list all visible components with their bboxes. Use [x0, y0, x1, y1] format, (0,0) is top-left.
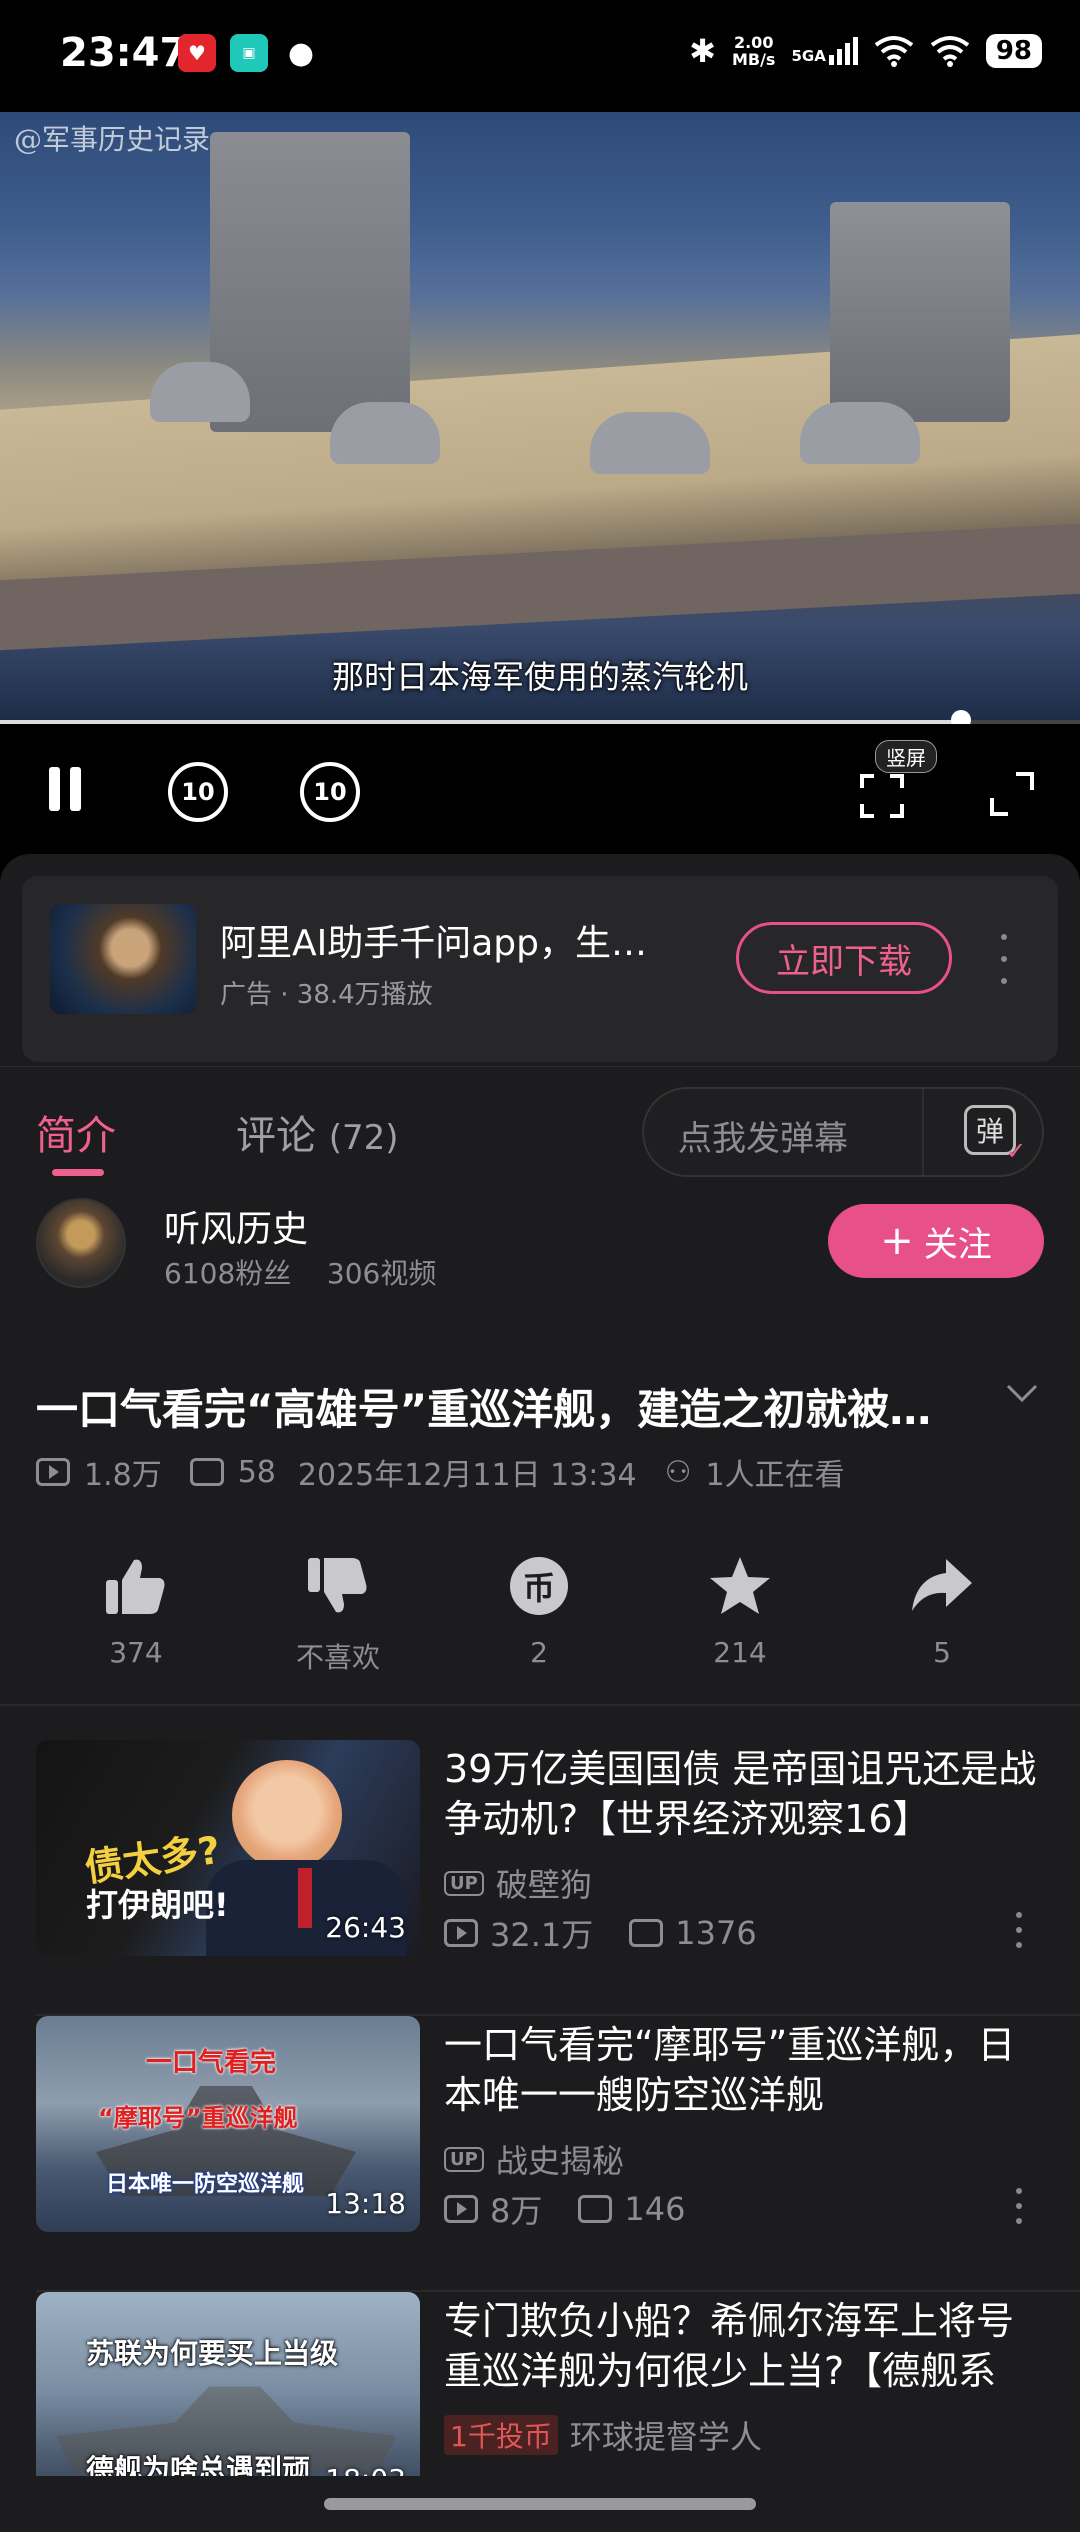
avatar[interactable]: [36, 1198, 126, 1288]
video-meta: 1.8万 58 2025年12月11日 13:34 ⚇ 1人正在看: [36, 1450, 845, 1494]
tab-intro[interactable]: 简介: [36, 1103, 116, 1161]
video-thumbnail: 债太多? 打伊朗吧! 26:43: [36, 1740, 420, 1956]
play-count-icon: [444, 1919, 478, 1947]
coin-badge: 1千投币: [444, 2415, 558, 2455]
danmaku-check-icon: ✓: [1006, 1137, 1027, 1165]
share-button[interactable]: 5: [872, 1554, 1012, 1669]
danmaku-count-icon: [189, 1458, 224, 1486]
rewind-10-button[interactable]: 10: [168, 762, 228, 822]
fullscreen-button[interactable]: [990, 772, 1034, 816]
author-stats: 6108粉丝 306视频: [164, 1257, 437, 1290]
uploader: UP 战史揭秘: [444, 2136, 624, 2182]
chevron-down-icon[interactable]: [1002, 1374, 1042, 1414]
net-speed: 2.00 MB/s: [731, 33, 776, 69]
video-title: 一口气看完“高雄号”重巡洋舰，建造之初就被寄予厚望: [36, 1385, 966, 1434]
danmaku-count-icon: [629, 1919, 664, 1947]
video-player[interactable]: @军事历史记录 那时日本海军使用的蒸汽轮机: [0, 112, 1080, 722]
uploader: UP 破壁狗: [444, 1860, 592, 1906]
share-icon: [910, 1554, 974, 1618]
thumbs-up-icon: [104, 1554, 168, 1618]
recommendation-title: 专门欺负小船？希佩尔海军上将号重巡洋舰为何很少上当?【德舰系列】: [444, 2299, 1015, 2393]
more-icon[interactable]: [1014, 2188, 1024, 2224]
pause-button[interactable]: [40, 764, 90, 814]
home-indicator[interactable]: [324, 2498, 756, 2510]
status-indicators: ✱ 2.00 MB/s 5GA 98: [689, 32, 1042, 70]
duration-label: 26:43: [325, 1911, 406, 1944]
dislike-button[interactable]: 不喜欢: [268, 1554, 408, 1676]
active-tab-indicator: [52, 1169, 104, 1176]
up-badge: UP: [444, 2146, 484, 2172]
ad-thumbnail: [50, 904, 196, 1014]
battery-indicator: 98: [985, 34, 1042, 68]
recommendation-title: 39万亿美国国债 是帝国诅咒还是战争动机?【世界经济观察16】: [444, 1747, 1037, 1841]
red-heart-app-icon: ♥: [178, 34, 216, 72]
ad-download-button[interactable]: 立即下载: [736, 922, 952, 994]
publish-date: 2025年12月11日 13:34: [297, 1458, 637, 1493]
notification-icons: ♥ ▣ ●: [178, 34, 320, 72]
favorite-button[interactable]: 214: [670, 1554, 810, 1669]
bluetooth-icon: ✱: [689, 32, 716, 70]
ad-meta: 广告 · 38.4万播放: [220, 980, 433, 1010]
video-watermark: @军事历史记录: [14, 123, 211, 156]
teal-app-icon: ▣: [230, 34, 268, 72]
viewers-icon: ⚇: [664, 1454, 692, 1490]
portrait-mode-button[interactable]: [860, 774, 904, 818]
status-time: 23:47: [60, 30, 188, 76]
author-row: 听风历史 6108粉丝 306视频 + 关注: [0, 1194, 1080, 1314]
up-badge: UP: [444, 1870, 484, 1896]
section-divider: [0, 1704, 1080, 1706]
video-subtitle: 那时日本海军使用的蒸汽轮机: [331, 658, 748, 696]
cell-signal-icon: 5GA: [791, 37, 858, 65]
tab-bar: 简介 评论 (72) 点我发弹幕 弹 ✓: [0, 1066, 1080, 1177]
danmaku-count-icon: [578, 2195, 613, 2223]
duration-label: 13:18: [325, 2187, 406, 2220]
detail-panel: 阿里AI助手千问app，生活办事 广告 · 38.4万播放 立即下载 简介 评论…: [0, 854, 1080, 2532]
video-stats: 8万 146: [444, 2186, 685, 2232]
recommendation-title: 一口气看完“摩耶号”重巡洋舰，日本唯一一艘防空巡洋舰: [444, 2023, 1016, 2117]
video-thumbnail: 一口气看完 “摩耶号”重巡洋舰 日本唯一防空巡洋舰 13:18: [36, 2016, 420, 2232]
play-count-icon: [36, 1458, 70, 1486]
follow-button[interactable]: + 关注: [828, 1204, 1044, 1278]
list-item[interactable]: 债太多? 打伊朗吧! 26:43 39万亿美国国债 是帝国诅咒还是战争动机?【世…: [0, 1740, 1080, 2016]
thumbs-down-icon: [306, 1554, 370, 1618]
ad-banner[interactable]: 阿里AI助手千问app，生活办事 广告 · 38.4万播放 立即下载: [22, 876, 1058, 1062]
wifi-icon: [874, 36, 914, 67]
star-icon: [708, 1554, 772, 1618]
forward-10-button[interactable]: 10: [300, 762, 360, 822]
danmaku-placeholder: 点我发弹幕: [678, 1119, 848, 1159]
coin-button[interactable]: 币 2: [469, 1554, 609, 1669]
wechat-icon: ●: [282, 34, 320, 72]
play-count-icon: [444, 2195, 478, 2223]
tab-comments[interactable]: 评论 (72): [236, 1103, 399, 1161]
portrait-badge: 竖屏: [875, 740, 937, 773]
author-name[interactable]: 听风历史: [164, 1200, 308, 1252]
ad-title: 阿里AI助手千问app，生活办事: [220, 923, 680, 964]
more-icon[interactable]: [1014, 1912, 1024, 1948]
like-button[interactable]: 374: [66, 1554, 206, 1669]
plus-icon: +: [880, 1218, 914, 1264]
signal-label: 5GA: [791, 47, 826, 65]
ad-more-icon[interactable]: [996, 934, 1012, 984]
list-item[interactable]: 一口气看完 “摩耶号”重巡洋舰 日本唯一防空巡洋舰 13:18 一口气看完“摩耶…: [0, 2016, 1080, 2292]
uploader: 1千投币 环球提督学人: [444, 2412, 762, 2458]
video-stats: 32.1万 1376: [444, 1910, 757, 1956]
danmaku-input[interactable]: 点我发弹幕 弹 ✓: [642, 1087, 1044, 1177]
wifi-icon-2: [930, 36, 970, 67]
status-bar: 23:47 ♥ ▣ ● ✱ 2.00 MB/s 5GA 98: [0, 0, 1080, 112]
coin-icon: 币: [507, 1554, 571, 1618]
action-bar: 374 不喜欢 币 2 214 5: [0, 1554, 1080, 1704]
